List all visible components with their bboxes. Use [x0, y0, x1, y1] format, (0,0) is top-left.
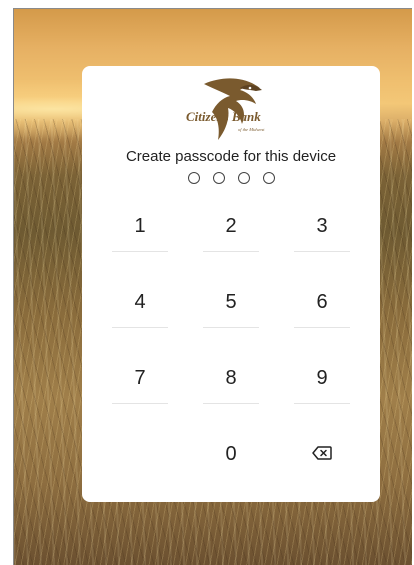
key-label: 5 [225, 290, 237, 313]
key-0[interactable]: 0 [203, 424, 259, 500]
eagle-icon: Citizens Bank of the Midwest [186, 78, 265, 140]
key-divider [203, 251, 259, 252]
key-label: 0 [225, 442, 237, 465]
background-photo: Citizens Bank of the Midwest Create pass… [13, 8, 412, 565]
key-divider [112, 403, 168, 404]
key-label: 1 [134, 214, 146, 237]
key-label: 2 [225, 214, 237, 237]
key-2[interactable]: 2 [203, 196, 259, 272]
key-label: 4 [134, 290, 146, 313]
key-label: 3 [316, 214, 328, 237]
key-label: 6 [316, 290, 328, 313]
key-7[interactable]: 7 [112, 348, 168, 424]
key-label: 8 [225, 366, 237, 389]
passcode-dots [82, 172, 380, 184]
passcode-card: Citizens Bank of the Midwest Create pass… [82, 66, 380, 502]
backspace-icon [312, 443, 332, 466]
key-5[interactable]: 5 [203, 272, 259, 348]
key-divider [203, 403, 259, 404]
key-label: 9 [316, 366, 328, 389]
key-9[interactable]: 9 [294, 348, 350, 424]
number-keypad: 1 2 3 4 5 6 7 8 9 0 [112, 196, 350, 500]
passcode-dot [237, 172, 250, 184]
key-divider [112, 327, 168, 328]
key-divider [294, 251, 350, 252]
passcode-dot [187, 172, 200, 184]
backspace-button[interactable] [294, 424, 350, 500]
logo-tagline: of the Midwest [238, 127, 265, 132]
passcode-prompt: Create passcode for this device [125, 148, 337, 165]
key-divider [203, 327, 259, 328]
key-divider [294, 327, 350, 328]
key-divider [294, 403, 350, 404]
key-divider [112, 251, 168, 252]
key-empty [112, 424, 168, 500]
key-8[interactable]: 8 [203, 348, 259, 424]
key-6[interactable]: 6 [294, 272, 350, 348]
logo-text: Citizens Bank [186, 109, 261, 124]
key-1[interactable]: 1 [112, 196, 168, 272]
key-3[interactable]: 3 [294, 196, 350, 272]
passcode-dot [212, 172, 225, 184]
key-4[interactable]: 4 [112, 272, 168, 348]
key-label: 7 [134, 366, 146, 389]
bank-logo: Citizens Bank of the Midwest [182, 74, 282, 144]
passcode-dot [262, 172, 275, 184]
